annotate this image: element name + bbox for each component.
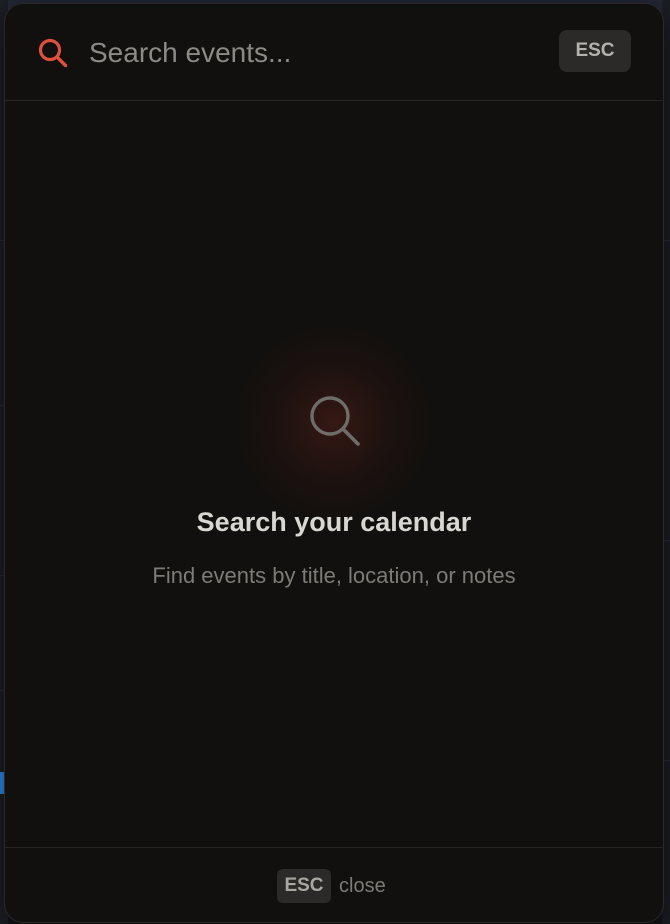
- background-right-edge: [662, 0, 670, 924]
- empty-state-title: Search your calendar: [196, 507, 472, 537]
- empty-state-subtitle: Find events by title, location, or notes: [152, 563, 516, 588]
- background-divider: [662, 240, 670, 241]
- empty-state: Search your calendar Find events by titl…: [5, 101, 663, 847]
- magnifier-icon: [305, 391, 365, 451]
- background-divider: [662, 540, 670, 541]
- search-modal: ESC Search your calendar Find events by …: [5, 4, 663, 922]
- modal-footer: ESC close: [5, 847, 663, 922]
- esc-close-button[interactable]: ESC: [559, 30, 631, 72]
- footer-esc-key: ESC: [277, 869, 331, 903]
- search-icon: [37, 37, 69, 69]
- footer-close-label: close: [339, 875, 386, 897]
- background-divider: [662, 760, 670, 761]
- search-bar: ESC: [5, 4, 663, 101]
- background-selection-marker: [0, 772, 4, 794]
- search-input[interactable]: [89, 30, 529, 76]
